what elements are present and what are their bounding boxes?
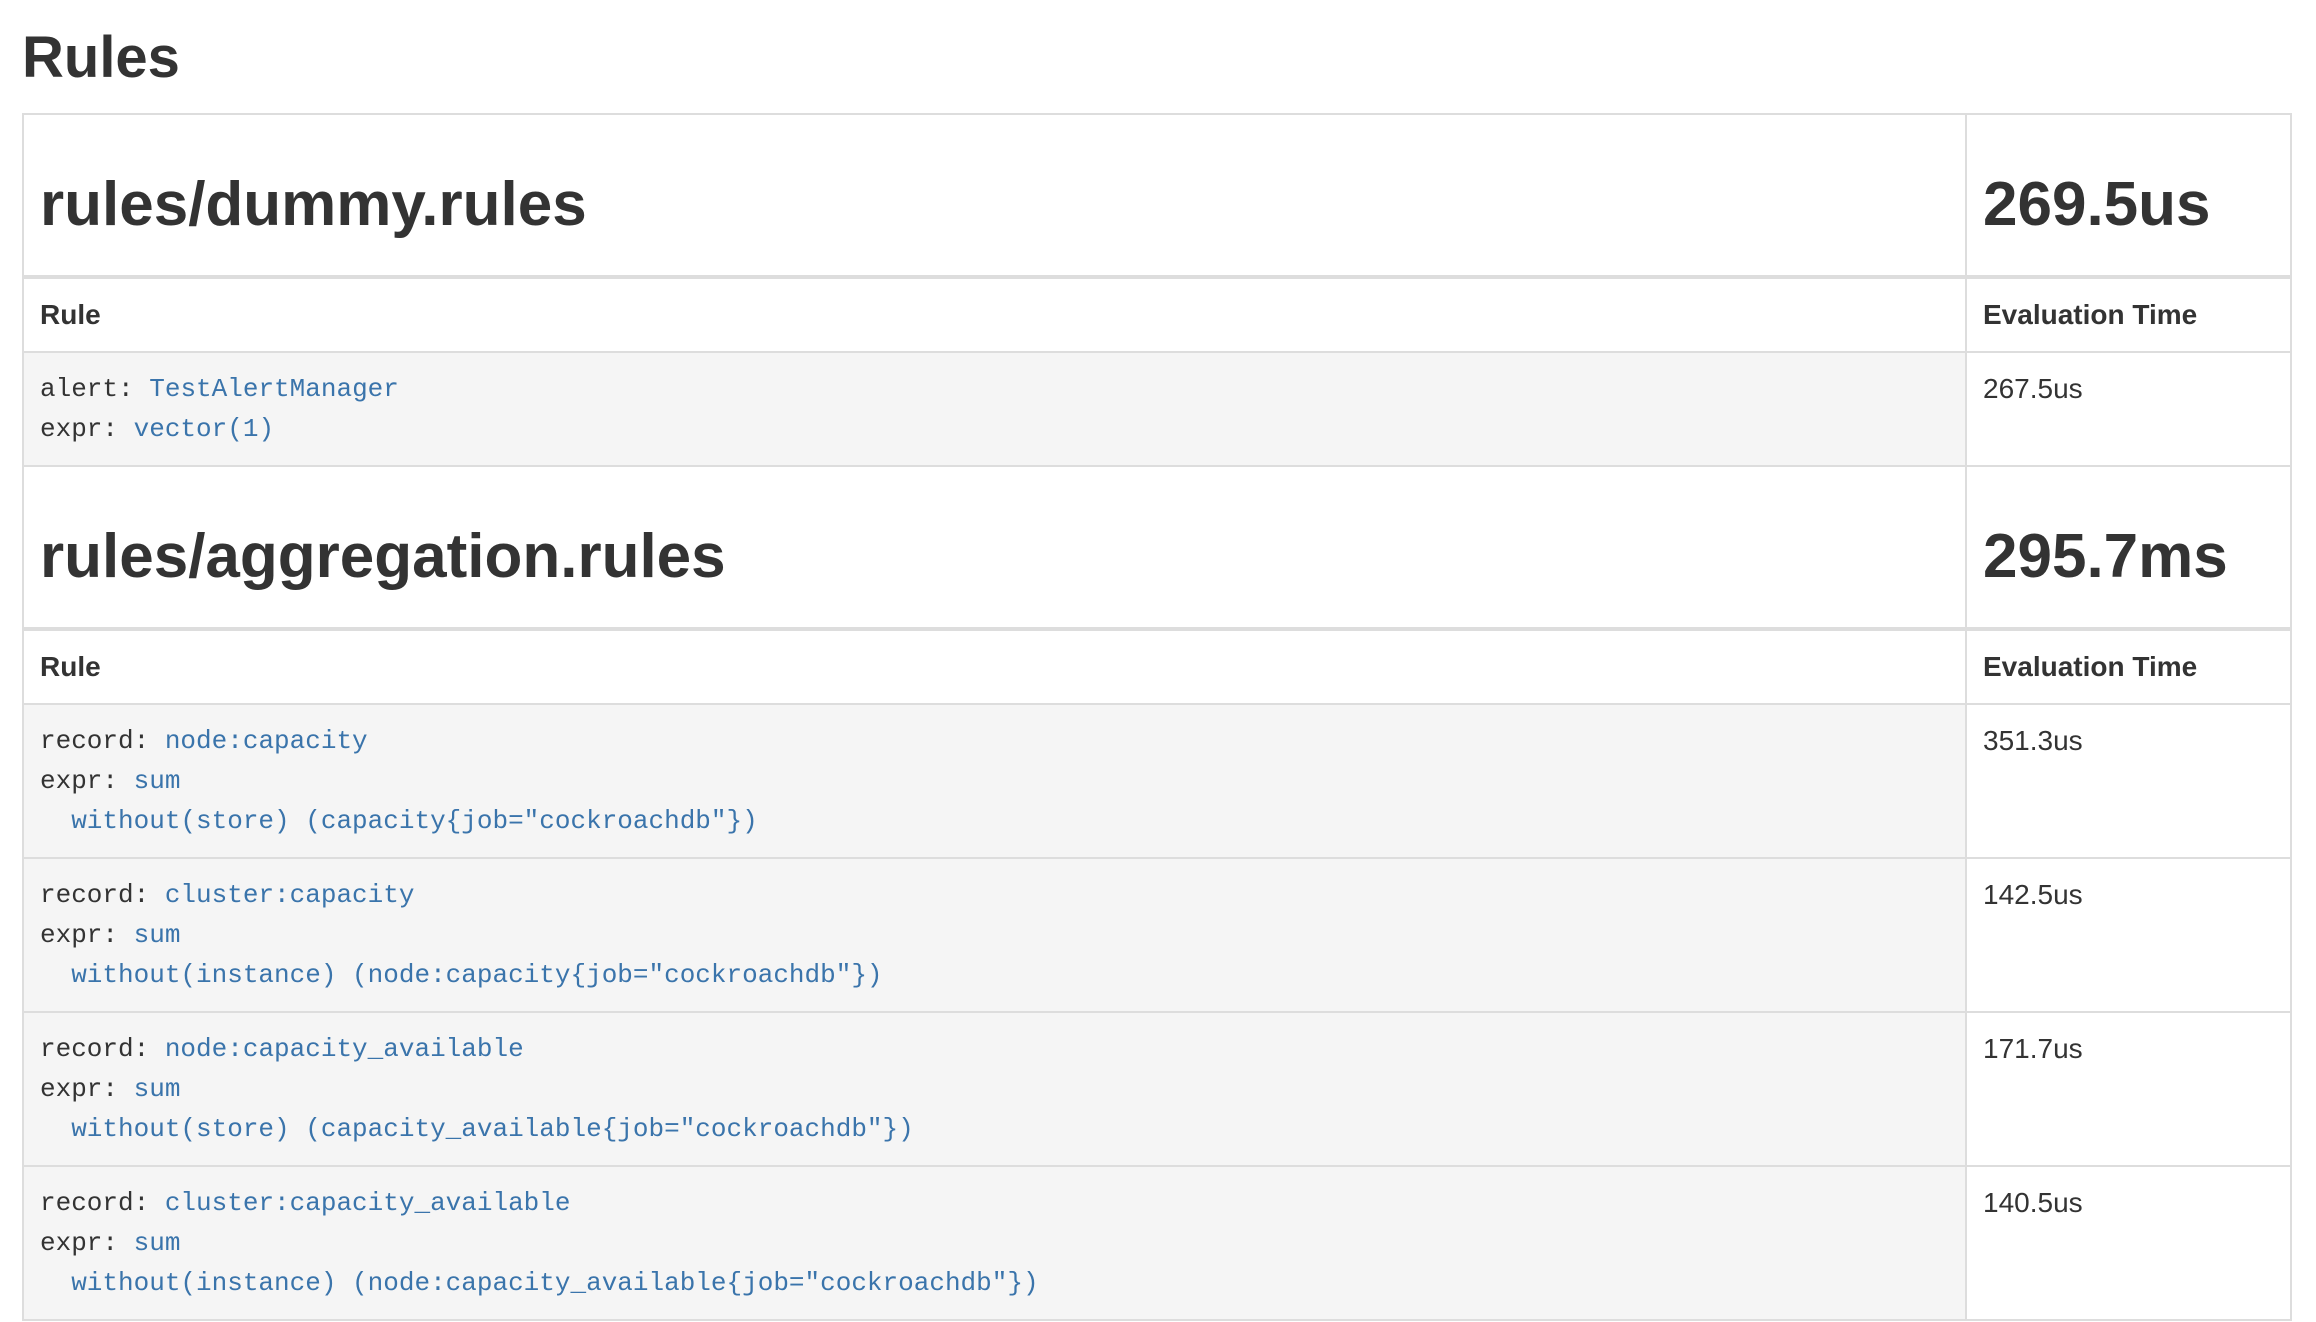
rule-row: alert: TestAlertManager expr: vector(1) …: [23, 352, 2291, 466]
rule-expr-link[interactable]: sum without(instance) (node:capacity{job…: [40, 920, 883, 990]
page-title: Rules: [22, 26, 2294, 90]
rule-name-link[interactable]: cluster:capacity: [165, 880, 415, 910]
rule-column-header: Rule: [23, 629, 1966, 704]
rule-name-link[interactable]: cluster:capacity_available: [165, 1188, 571, 1218]
rule-code: record: node:capacity_available expr: su…: [40, 1029, 1949, 1149]
rule-row: record: node:capacity_available expr: su…: [23, 1012, 2291, 1166]
rule-evaluation-time: 267.5us: [1966, 352, 2291, 466]
rule-cell: record: node:capacity expr: sum without(…: [23, 704, 1966, 858]
rule-row: record: cluster:capacity expr: sum witho…: [23, 858, 2291, 1012]
rules-table-body: rules/dummy.rules 269.5us Rule Evaluatio…: [23, 114, 2291, 1320]
rule-group-header-row: rules/aggregation.rules 295.7ms: [23, 466, 2291, 629]
rule-cell: record: node:capacity_available expr: su…: [23, 1012, 1966, 1166]
rule-row: record: cluster:capacity_available expr:…: [23, 1166, 2291, 1320]
rule-cell: record: cluster:capacity_available expr:…: [23, 1166, 1966, 1320]
rule-keyword: record:: [40, 1188, 149, 1218]
rule-code: record: cluster:capacity expr: sum witho…: [40, 875, 1949, 995]
rule-code: record: node:capacity expr: sum without(…: [40, 721, 1949, 841]
column-header-row: Rule Evaluation Time: [23, 277, 2291, 352]
group-evaluation-time: 269.5us: [1983, 171, 2274, 239]
rule-cell: alert: TestAlertManager expr: vector(1): [23, 352, 1966, 466]
column-header-row: Rule Evaluation Time: [23, 629, 2291, 704]
rule-cell: record: cluster:capacity expr: sum witho…: [23, 858, 1966, 1012]
rule-keyword: expr:: [40, 1228, 118, 1258]
rule-keyword: expr:: [40, 920, 118, 950]
rule-keyword: expr:: [40, 766, 118, 796]
rule-file-heading: rules/aggregation.rules: [40, 523, 1949, 591]
rule-keyword: record:: [40, 1034, 149, 1064]
rule-evaluation-time: 140.5us: [1966, 1166, 2291, 1320]
rule-evaluation-time: 142.5us: [1966, 858, 2291, 1012]
rule-keyword: record:: [40, 880, 149, 910]
rule-keyword: record:: [40, 726, 149, 756]
rule-evaluation-time: 171.7us: [1966, 1012, 2291, 1166]
rule-group-file-cell: rules/dummy.rules: [23, 114, 1966, 277]
rule-expr-link[interactable]: vector(1): [134, 414, 274, 444]
rule-keyword: alert:: [40, 374, 134, 404]
rule-group-time-cell: 295.7ms: [1966, 466, 2291, 629]
rule-file-heading: rules/dummy.rules: [40, 171, 1949, 239]
rule-expr-link[interactable]: sum without(store) (capacity{job="cockro…: [40, 766, 758, 836]
rules-table: rules/dummy.rules 269.5us Rule Evaluatio…: [22, 113, 2292, 1321]
rule-keyword: expr:: [40, 414, 118, 444]
rule-keyword: expr:: [40, 1074, 118, 1104]
rule-expr-link[interactable]: sum without(store) (capacity_available{j…: [40, 1074, 914, 1144]
rule-group-header-row: rules/dummy.rules 269.5us: [23, 114, 2291, 277]
rule-name-link[interactable]: node:capacity: [165, 726, 368, 756]
rule-name-link[interactable]: node:capacity_available: [165, 1034, 524, 1064]
rule-code: alert: TestAlertManager expr: vector(1): [40, 369, 1949, 449]
rule-code: record: cluster:capacity_available expr:…: [40, 1183, 1949, 1303]
rule-group-file-cell: rules/aggregation.rules: [23, 466, 1966, 629]
group-evaluation-time: 295.7ms: [1983, 523, 2274, 591]
evaluation-time-column-header: Evaluation Time: [1966, 629, 2291, 704]
rule-name-link[interactable]: TestAlertManager: [149, 374, 399, 404]
rule-group-time-cell: 269.5us: [1966, 114, 2291, 277]
rule-expr-link[interactable]: sum without(instance) (node:capacity_ava…: [40, 1228, 1039, 1298]
rule-evaluation-time: 351.3us: [1966, 704, 2291, 858]
evaluation-time-column-header: Evaluation Time: [1966, 277, 2291, 352]
rule-column-header: Rule: [23, 277, 1966, 352]
rule-row: record: node:capacity expr: sum without(…: [23, 704, 2291, 858]
rules-page: Rules rules/dummy.rules 269.5us Rule Eva…: [0, 0, 2316, 1321]
